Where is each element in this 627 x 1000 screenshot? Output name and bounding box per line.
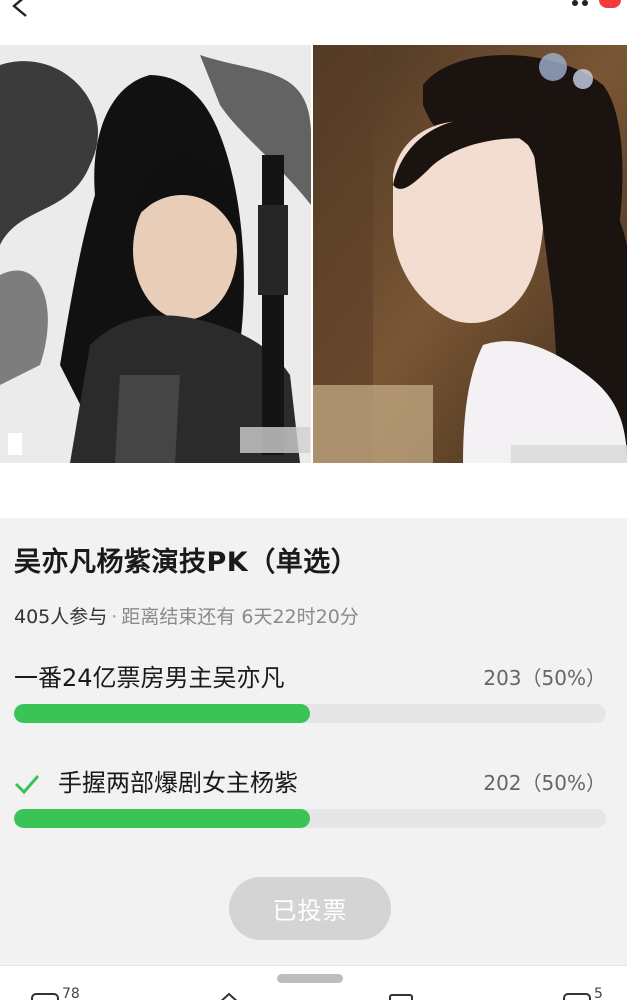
option-count: 203（50%）: [483, 666, 606, 690]
meta-separator: ·: [111, 606, 118, 628]
poll-meta: 405人参与 · 距离结束还有 6天22时20分: [14, 602, 359, 629]
check-icon: [14, 775, 40, 795]
poll-card: 吴亦凡杨紫演技PK（单选） 405人参与 · 距离结束还有 6天22时20分 一番2…: [0, 518, 627, 965]
option-count: 202（50%）: [483, 771, 606, 795]
like-icon[interactable]: [562, 992, 592, 1000]
poll-title: 吴亦凡杨紫演技PK（单选）: [14, 547, 359, 578]
hero-image: [0, 45, 627, 463]
option-progress-fill: [14, 809, 310, 828]
notification-badge: [599, 0, 621, 8]
voted-button[interactable]: 已投票: [229, 877, 391, 940]
poll-option[interactable]: 一番24亿票房男主吴亦凡 203（50%）: [14, 658, 606, 738]
poll-article-page: 吴亦凡杨紫演技PK（单选） 405人参与 · 距离结束还有 6天22时20分 一番2…: [0, 0, 627, 1000]
participant-count: 405人参与: [14, 606, 108, 628]
drag-handle[interactable]: [277, 974, 343, 983]
option-progress-track: [14, 809, 606, 828]
share-icon[interactable]: [214, 992, 244, 1000]
poll-option[interactable]: 手握两部爆剧女主杨紫 202（50%）: [14, 763, 606, 843]
comment-count: 78: [62, 986, 80, 1000]
photo-right: [313, 45, 627, 463]
option-label: 一番24亿票房男主吴亦凡: [14, 664, 285, 692]
bottom-action-bar: 78 5: [0, 965, 627, 1000]
option-label: 手握两部爆剧女主杨紫: [58, 769, 298, 797]
photo-left: [0, 45, 311, 463]
more-dots-icon[interactable]: [571, 0, 595, 10]
top-bar: [0, 0, 627, 45]
poll-countdown: 距离结束还有 6天22时20分: [121, 606, 359, 628]
option-progress-track: [14, 704, 606, 723]
favorite-icon[interactable]: [386, 992, 416, 1000]
like-count: 5: [594, 986, 603, 1000]
back-arrow-icon[interactable]: [6, 0, 36, 24]
comment-icon[interactable]: [30, 992, 60, 1000]
option-progress-fill: [14, 704, 310, 723]
